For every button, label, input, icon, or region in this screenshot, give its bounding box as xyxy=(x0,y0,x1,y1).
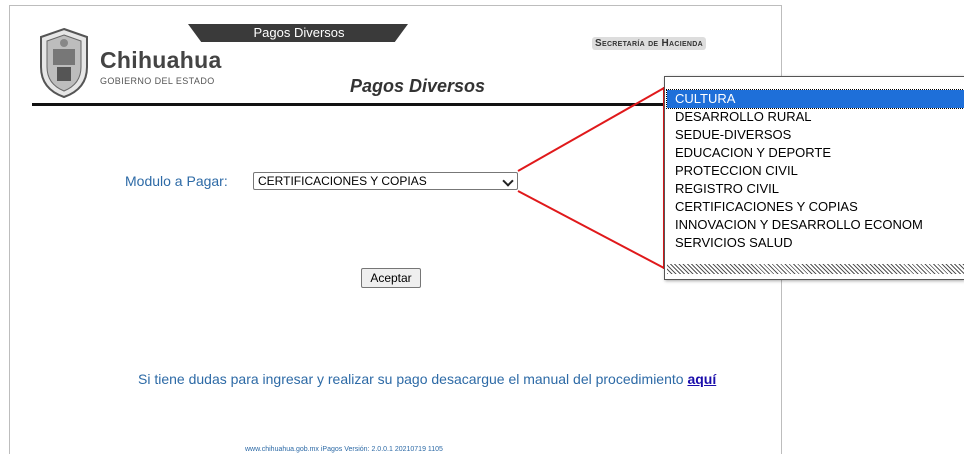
callout-line-top xyxy=(517,87,665,172)
dropdown-option[interactable]: DESARROLLO RURAL xyxy=(667,108,964,126)
dropdown-option[interactable]: CULTURA xyxy=(666,89,964,109)
callout-line-bottom xyxy=(517,190,665,269)
dropdown-options-list: CULTURA DESARROLLO RURAL SEDUE-DIVERSOS … xyxy=(666,89,964,252)
dropdown-option[interactable]: INNOVACION Y DESARROLLO ECONOM xyxy=(667,216,964,234)
dropdown-option[interactable]: CERTIFICACIONES Y COPIAS xyxy=(667,198,964,216)
dropdown-option[interactable]: EDUCACION Y DEPORTE xyxy=(667,144,964,162)
dropdown-option[interactable]: SERVICIOS SALUD xyxy=(667,234,964,252)
dropdown-option[interactable]: SEDUE-DIVERSOS xyxy=(667,126,964,144)
dropdown-scroll-edge xyxy=(667,264,964,274)
dropdown-option[interactable]: PROTECCION CIVIL xyxy=(667,162,964,180)
dropdown-option[interactable]: REGISTRO CIVIL xyxy=(667,180,964,198)
